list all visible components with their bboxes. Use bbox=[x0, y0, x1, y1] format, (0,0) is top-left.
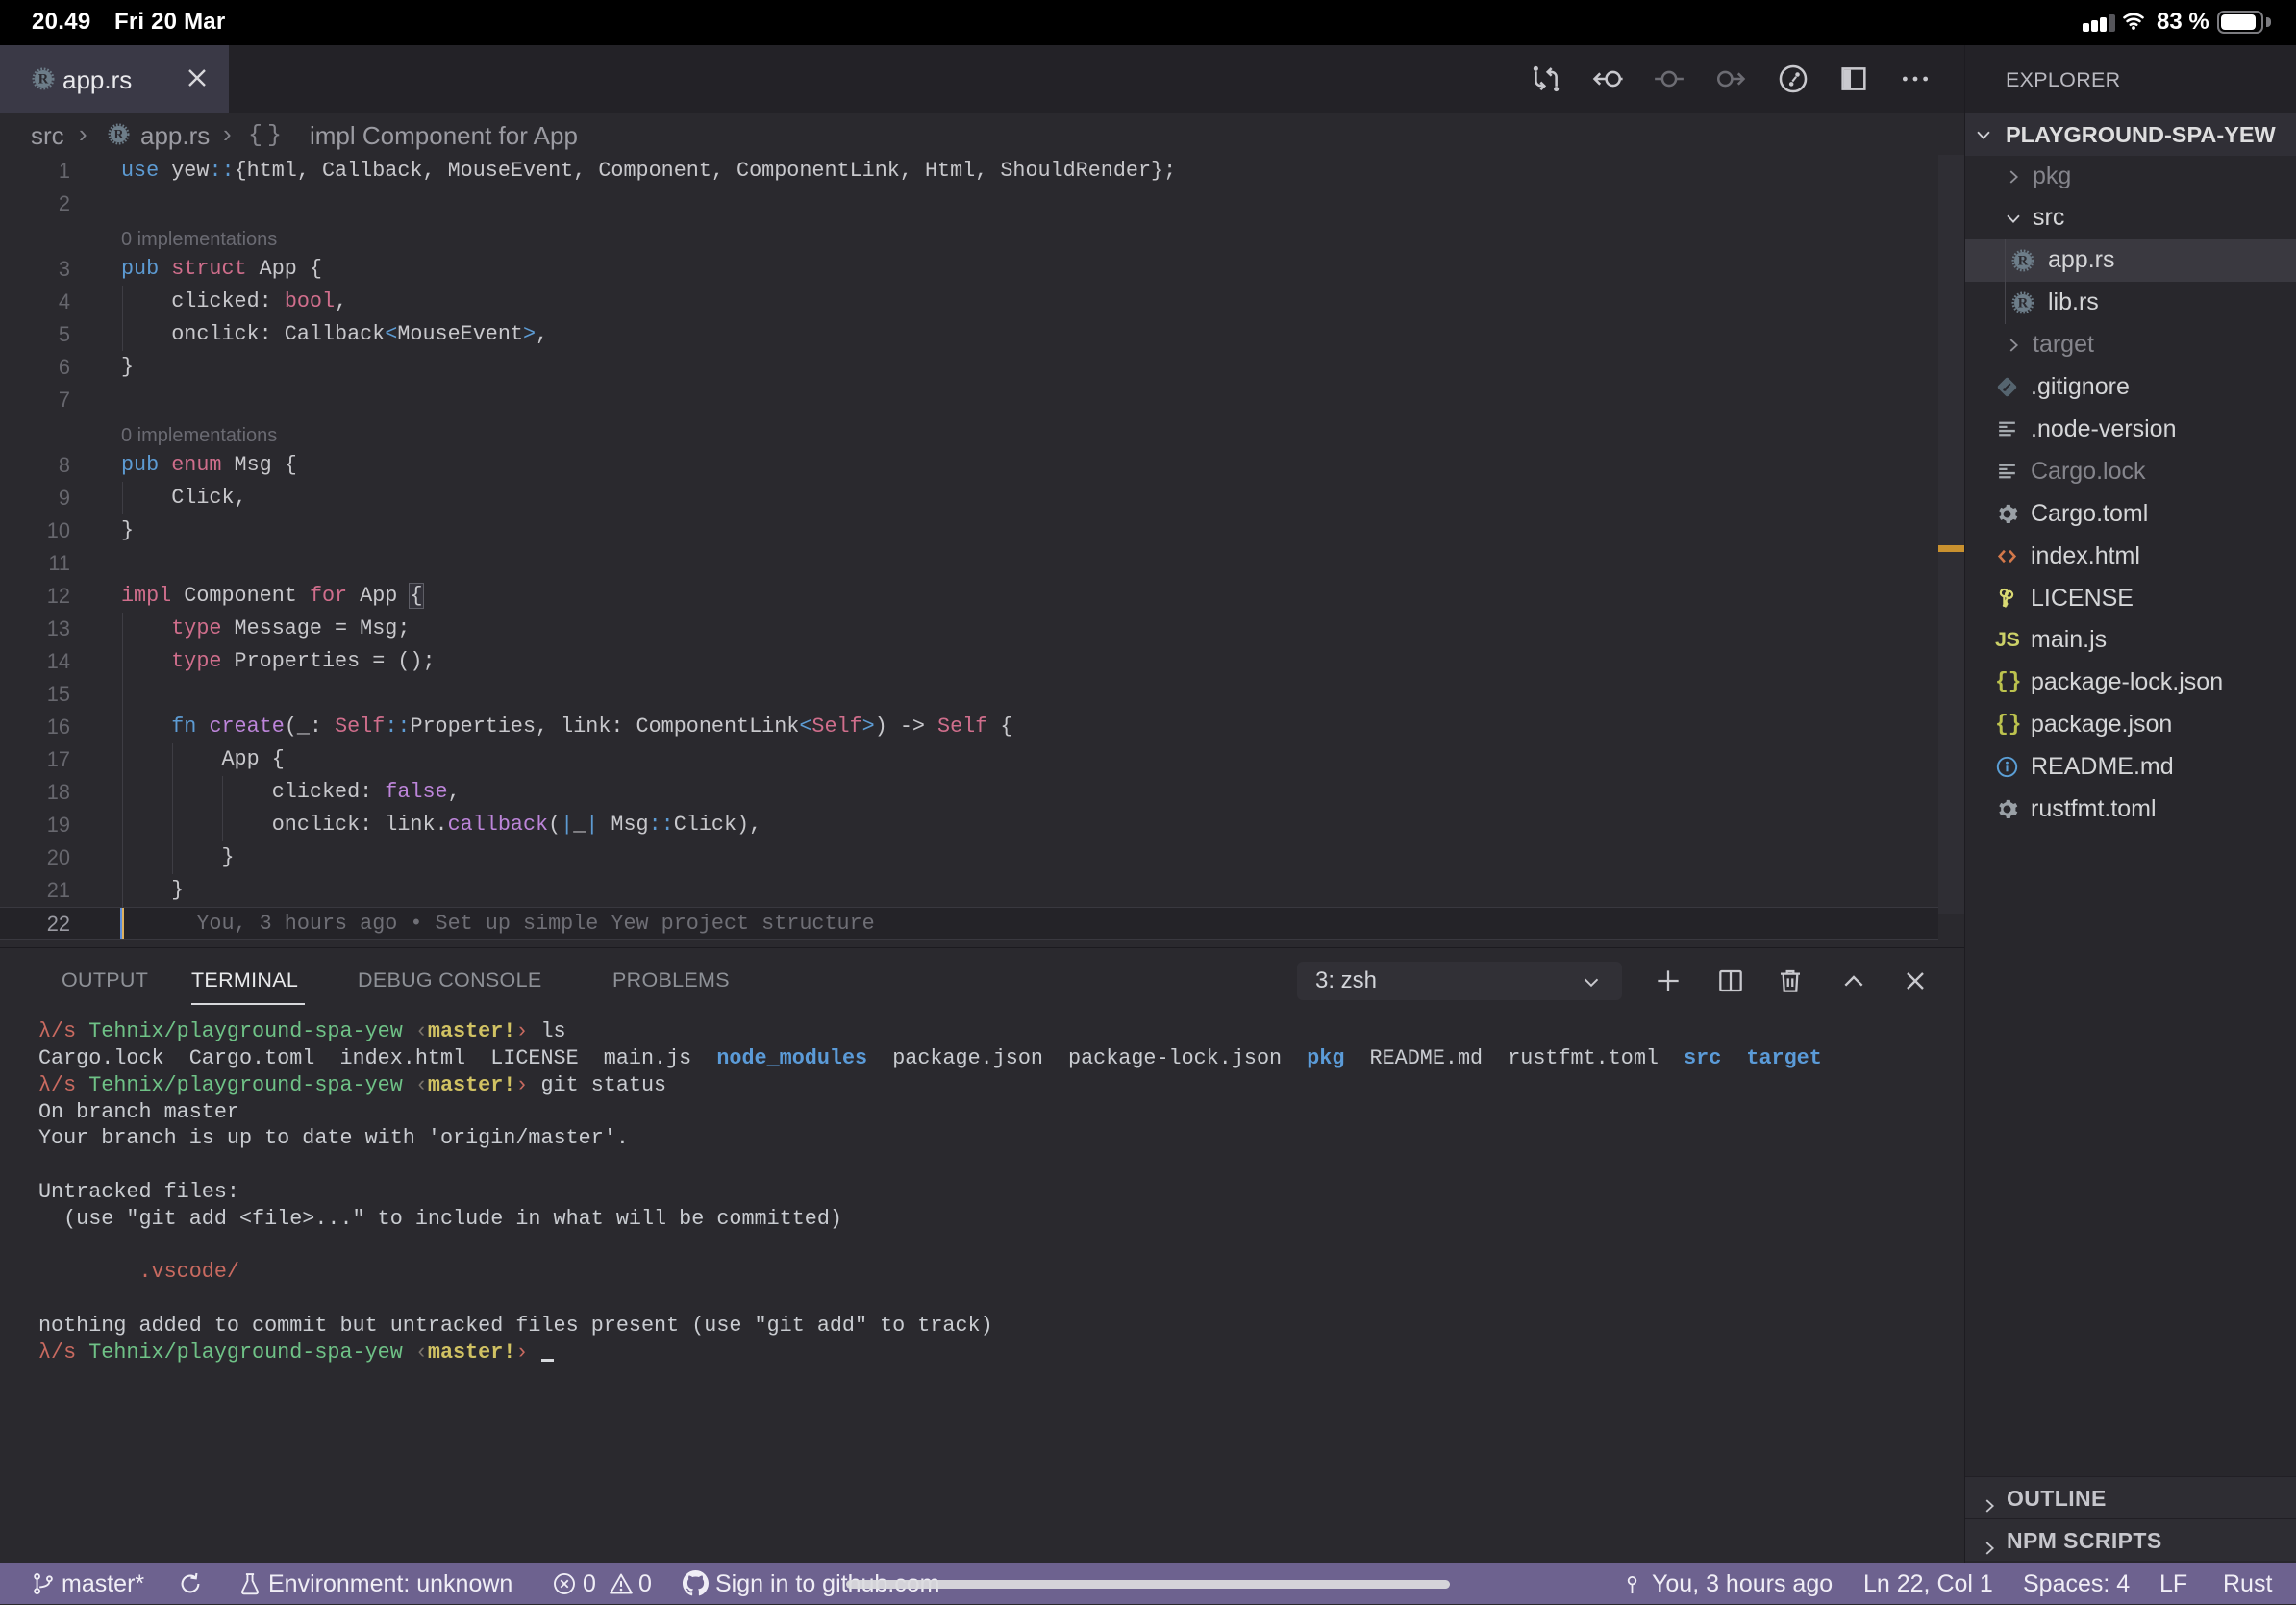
svg-text:R: R bbox=[2018, 295, 2029, 311]
svg-text:R: R bbox=[2018, 253, 2029, 268]
